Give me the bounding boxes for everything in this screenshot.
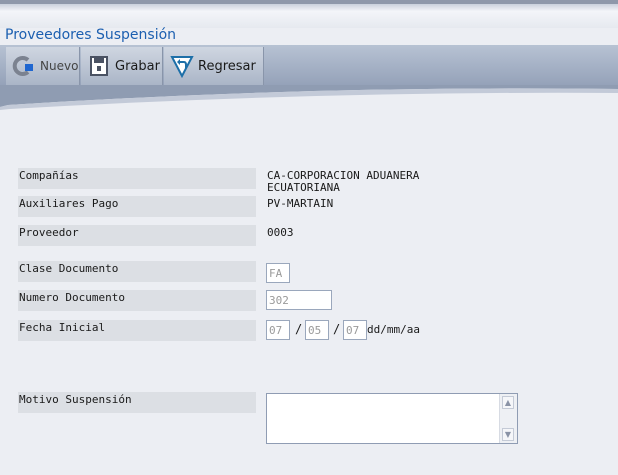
- textarea-scrollbar[interactable]: ▲ ▼: [499, 394, 517, 443]
- motivo-suspension-label: Motivo Suspensión: [18, 392, 256, 413]
- proveedor-value: 0003: [267, 226, 294, 239]
- header-wave-decoration: [0, 85, 618, 110]
- companias-label: Compañías: [18, 168, 256, 189]
- companias-value-line2: ECUATORIANA: [267, 181, 340, 194]
- new-button[interactable]: Nuevo: [6, 47, 80, 85]
- back-button[interactable]: Regresar: [164, 47, 264, 85]
- auxiliares-pago-value: PV-MARTAIN: [267, 197, 334, 210]
- motivo-suspension-textarea[interactable]: ▲ ▼: [266, 393, 518, 444]
- numero-documento-field[interactable]: 302: [266, 290, 332, 310]
- back-button-label: Regresar: [198, 58, 256, 74]
- fecha-year-field[interactable]: 07: [343, 320, 367, 340]
- save-button-label: Grabar: [115, 58, 160, 74]
- fecha-day-field[interactable]: 07: [266, 320, 290, 340]
- date-separator: /: [295, 322, 303, 336]
- back-icon: [170, 54, 194, 79]
- fecha-month-field[interactable]: 05: [305, 320, 329, 340]
- new-button-label: Nuevo: [40, 59, 79, 73]
- save-icon: [87, 54, 111, 78]
- toolbar: Nuevo Grabar Regresar: [0, 45, 618, 85]
- auxiliares-pago-label: Auxiliares Pago: [18, 196, 256, 217]
- scroll-up-icon[interactable]: ▲: [502, 396, 514, 409]
- date-format-hint: dd/mm/aa: [367, 323, 420, 336]
- window-top-band: [0, 0, 618, 28]
- scroll-down-icon[interactable]: ▼: [502, 428, 514, 441]
- page-title: Proveedores Suspensión: [5, 27, 177, 43]
- clase-documento-label: Clase Documento: [18, 261, 256, 282]
- fecha-inicial-label: Fecha Inicial: [18, 320, 256, 341]
- save-button[interactable]: Grabar: [81, 47, 163, 85]
- new-icon: [12, 54, 36, 78]
- clase-documento-field[interactable]: FA: [266, 263, 290, 283]
- date-separator: /: [333, 322, 341, 336]
- numero-documento-label: Numero Documento: [18, 290, 256, 311]
- proveedor-label: Proveedor: [18, 225, 256, 246]
